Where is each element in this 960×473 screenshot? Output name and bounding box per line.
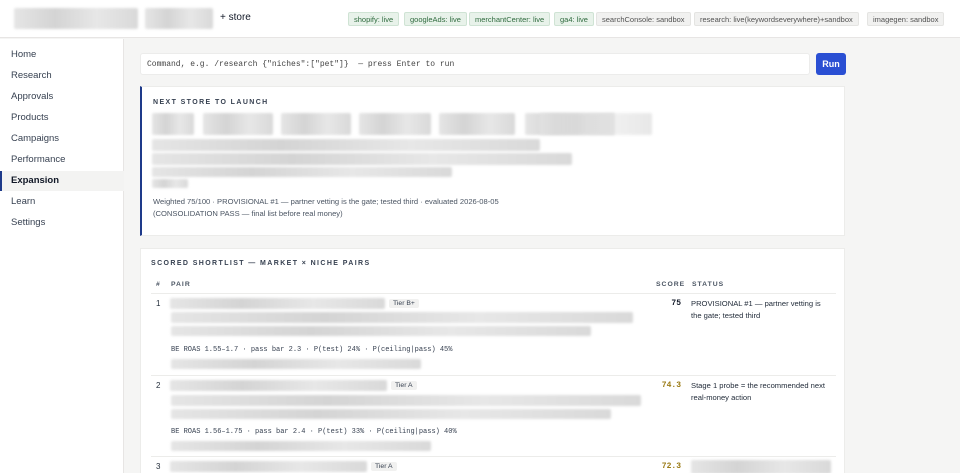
integration-badge-searchconsole: searchConsole: sandbox: [596, 12, 691, 26]
pair-notes-redacted: [171, 409, 611, 419]
add-store-button[interactable]: + store: [220, 12, 251, 23]
sidebar-item-home[interactable]: Home: [0, 45, 124, 65]
score-value: 72.3: [661, 462, 681, 471]
run-button[interactable]: Run: [816, 53, 846, 75]
integration-badge-imagegen: imagegen: sandbox: [867, 12, 945, 26]
top-bar: + store shopify: live googleAds: live me…: [0, 0, 960, 38]
summary-line-1: Weighted 75/100 · PROVISIONAL #1 — partn…: [153, 197, 499, 206]
next-store-card: NEXT STORE TO LAUNCH Weighted 75/100 · P…: [140, 86, 845, 236]
next-store-title: NEXT STORE TO LAUNCH: [153, 99, 269, 106]
row-number: 1: [156, 299, 161, 308]
status-redacted: [691, 460, 831, 473]
pair-name-redacted: [170, 461, 367, 472]
store-selector-redacted[interactable]: [145, 8, 213, 29]
pair-stats: BE ROAS 1.55–1.7 · pass bar 2.3 · P(test…: [171, 346, 453, 354]
row-number: 3: [156, 462, 161, 471]
sidebar-item-learn[interactable]: Learn: [0, 192, 124, 212]
sidebar-item-products[interactable]: Products: [0, 108, 124, 128]
store-description-redacted: [152, 167, 452, 177]
pair-notes-redacted: [171, 326, 591, 336]
store-name-redacted: [439, 113, 515, 135]
summary-line-2: (CONSOLIDATION PASS — final list before …: [153, 209, 343, 218]
store-name-redacted: [359, 113, 431, 135]
sidebar-item-settings[interactable]: Settings: [0, 213, 124, 233]
pair-stats: BE ROAS 1.56–1.75 · pass bar 2.4 · P(tes…: [171, 428, 457, 436]
integration-badge-merchantcenter: merchantCenter: live: [469, 12, 551, 26]
pair-notes-redacted: [171, 359, 421, 369]
integration-badge-shopify: shopify: live: [348, 12, 400, 26]
sidebar-item-expansion[interactable]: Expansion: [0, 171, 124, 191]
sidebar-item-approvals[interactable]: Approvals: [0, 87, 124, 107]
store-name-redacted: [152, 113, 194, 135]
integration-badge-ga4: ga4: live: [554, 12, 594, 26]
status-text: Stage 1 probe = the recommended next rea…: [691, 381, 826, 402]
col-header-score: SCORE: [656, 281, 686, 288]
pair-name-redacted: [170, 298, 385, 309]
tier-badge: Tier A: [391, 381, 417, 390]
shortlist-title: SCORED SHORTLIST — MARKET × NICHE PAIRS: [151, 260, 371, 267]
sidebar-item-performance[interactable]: Performance: [0, 150, 124, 170]
score-value: 74.3: [661, 381, 681, 390]
pair-notes-redacted: [171, 312, 633, 323]
store-description-redacted: [152, 153, 572, 165]
tier-badge: Tier A: [371, 462, 397, 471]
sidebar-item-campaigns[interactable]: Campaigns: [0, 129, 124, 149]
status-text: PROVISIONAL #1 — partner vetting is the …: [691, 299, 821, 320]
sidebar-item-research[interactable]: Research: [0, 66, 124, 86]
integration-badge-googleads: googleAds: live: [404, 12, 467, 26]
command-input[interactable]: [140, 53, 810, 75]
store-description-redacted: [152, 139, 540, 151]
tier-badge: Tier B+: [389, 299, 419, 308]
row-divider: [151, 375, 836, 376]
pair-notes-redacted: [171, 395, 641, 406]
score-value: 75: [671, 299, 681, 308]
store-name-redacted: [203, 113, 273, 135]
col-header-status: STATUS: [692, 281, 725, 288]
app-logo-redacted: [14, 8, 138, 29]
store-name-redacted: [281, 113, 351, 135]
pair-name-redacted: [170, 380, 387, 391]
header-divider: [151, 293, 836, 294]
row-divider: [151, 456, 836, 457]
row-number: 2: [156, 381, 161, 390]
col-header-pair: PAIR: [171, 281, 191, 288]
col-header-num: #: [156, 281, 161, 288]
shortlist-card: SCORED SHORTLIST — MARKET × NICHE PAIRS …: [140, 248, 845, 473]
sidebar: Home Research Approvals Products Campaig…: [0, 39, 124, 473]
integration-badge-research: research: live(keywordseverywhere)+sandb…: [694, 12, 859, 26]
store-description-redacted: [152, 179, 188, 188]
pair-notes-redacted: [171, 441, 431, 451]
next-store-summary: Weighted 75/100 · PROVISIONAL #1 — partn…: [153, 196, 573, 220]
